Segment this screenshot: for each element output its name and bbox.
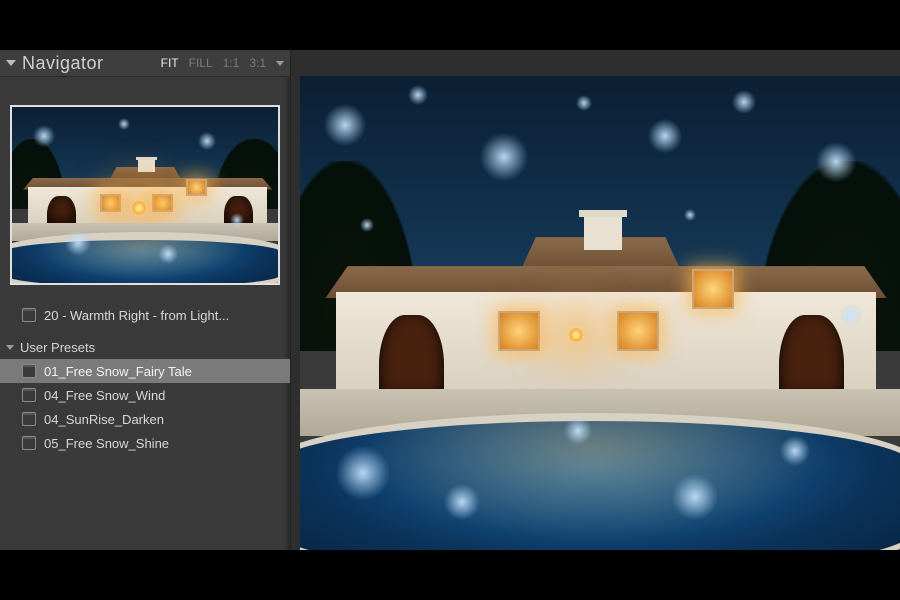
preset-icon <box>22 412 36 426</box>
preset-icon <box>22 308 36 322</box>
navigator-thumbnail[interactable] <box>10 105 280 285</box>
preview-image <box>300 76 900 550</box>
thumbnail-image <box>12 107 278 283</box>
preset-label: 05_Free Snow_Shine <box>44 436 169 451</box>
preset-icon <box>22 364 36 378</box>
user-presets-header[interactable]: User Presets <box>0 335 290 359</box>
zoom-1to1[interactable]: 1:1 <box>223 56 240 70</box>
collapse-icon <box>6 345 14 350</box>
presets-panel: 20 - Warmth Right - from Light... User P… <box>0 299 290 455</box>
preset-label: 01_Free Snow_Fairy Tale <box>44 364 192 379</box>
preset-icon <box>22 388 36 402</box>
preset-item[interactable]: 04_SunRise_Darken <box>0 407 290 431</box>
collapse-icon <box>6 60 16 66</box>
zoom-more-icon[interactable] <box>276 61 284 66</box>
preset-item[interactable]: 04_Free Snow_Wind <box>0 383 290 407</box>
left-sidebar: Navigator FIT FILL 1:1 3:1 <box>0 50 291 550</box>
preset-label: 20 - Warmth Right - from Light... <box>44 308 229 323</box>
navigator-title: Navigator <box>22 53 161 74</box>
zoom-3to1[interactable]: 3:1 <box>249 56 266 70</box>
preset-label: 04_SunRise_Darken <box>44 412 164 427</box>
navigator-panel-header[interactable]: Navigator FIT FILL 1:1 3:1 <box>0 50 290 77</box>
preset-icon <box>22 436 36 450</box>
preset-item[interactable]: 05_Free Snow_Shine <box>0 431 290 455</box>
zoom-options: FIT FILL 1:1 3:1 <box>161 56 284 70</box>
app-frame: Navigator FIT FILL 1:1 3:1 <box>0 50 900 550</box>
zoom-fill[interactable]: FILL <box>189 56 213 70</box>
preset-item[interactable]: 20 - Warmth Right - from Light... <box>0 303 290 327</box>
preset-label: 04_Free Snow_Wind <box>44 388 165 403</box>
section-label: User Presets <box>20 340 95 355</box>
preset-item[interactable]: 01_Free Snow_Fairy Tale <box>0 359 290 383</box>
zoom-fit[interactable]: FIT <box>161 56 179 70</box>
main-preview[interactable] <box>300 76 900 550</box>
